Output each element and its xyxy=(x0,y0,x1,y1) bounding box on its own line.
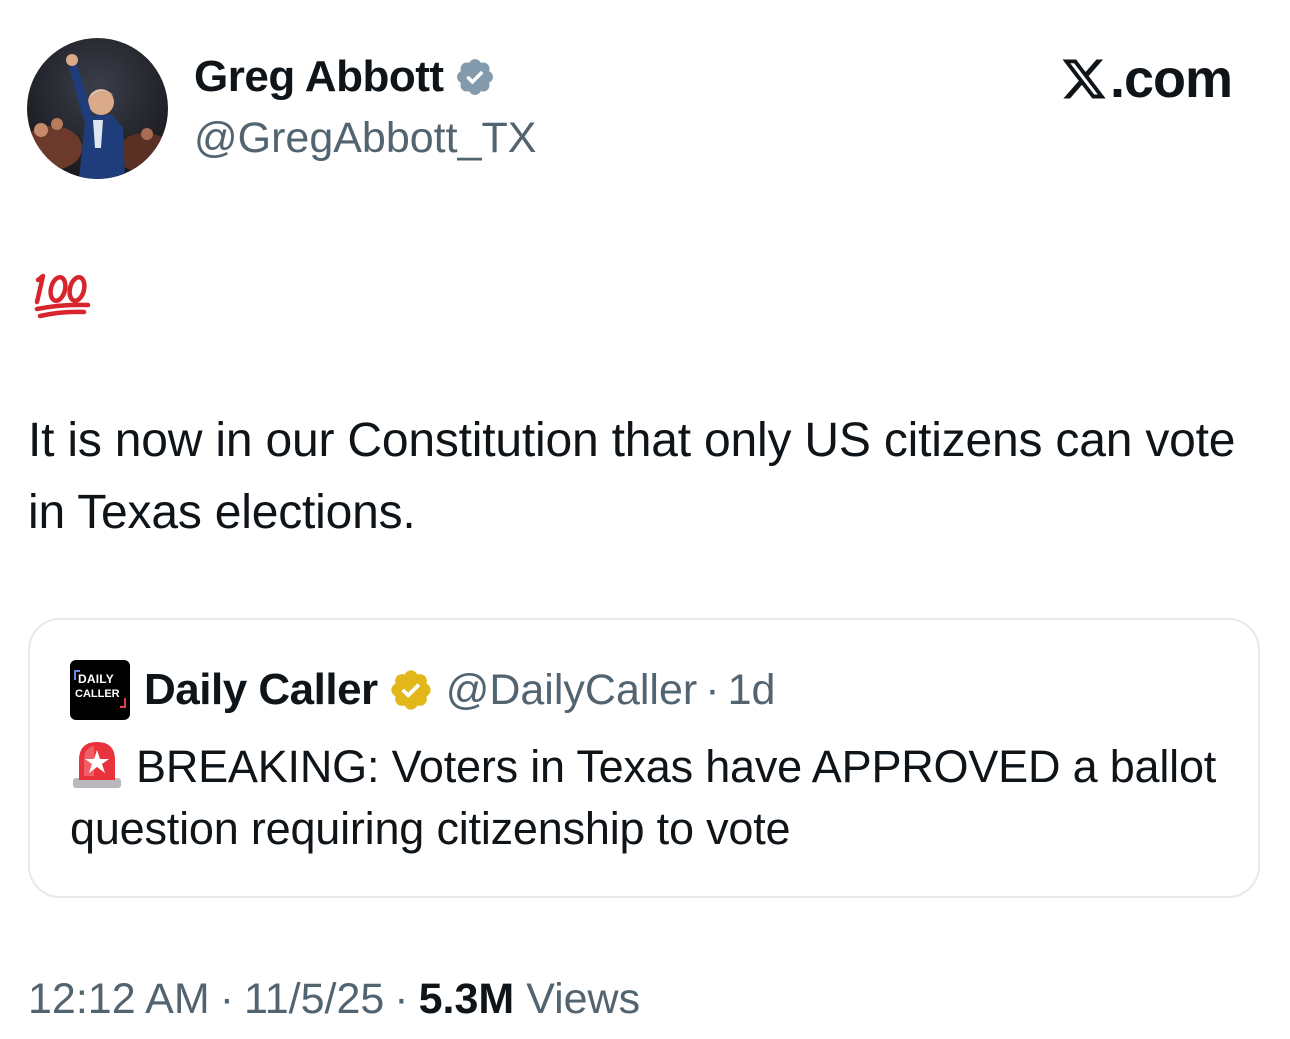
quoted-tweet-text-block: BREAKING: Voters in Texas have APPROVED … xyxy=(70,736,1230,860)
author-name-row[interactable]: Greg Abbott xyxy=(194,52,496,102)
site-logo: .com xyxy=(1060,48,1233,110)
views-label[interactable]: Views xyxy=(526,975,640,1023)
avatar-photo xyxy=(27,38,168,179)
gold-verified-badge-icon xyxy=(391,670,431,710)
daily-caller-logo[interactable]: DAILY CALLER xyxy=(70,660,130,720)
tweet-date[interactable]: 11/5/25 xyxy=(244,975,384,1023)
meta-separator-2: · xyxy=(394,975,409,1023)
author-avatar[interactable] xyxy=(27,38,168,179)
logo-line-1: DAILY xyxy=(78,672,114,686)
tweet-text: It is now in our Constitution that only … xyxy=(28,414,1236,539)
quoted-timestamp[interactable]: 1d xyxy=(728,666,776,715)
100-emoji-icon xyxy=(34,273,91,319)
x-logo-icon xyxy=(1062,59,1106,99)
tweet-time[interactable]: 12:12 AM xyxy=(28,975,210,1023)
author-handle[interactable]: @GregAbbott_TX xyxy=(194,114,536,163)
logo-corner-right xyxy=(120,698,126,708)
police-siren-emoji-icon xyxy=(73,742,121,788)
logo-line-2: CALLER xyxy=(75,688,120,700)
quoted-tweet-card[interactable]: DAILY CALLER Daily Caller @DailyCaller ·… xyxy=(28,618,1260,898)
quoted-handle[interactable]: @DailyCaller xyxy=(446,666,698,715)
verified-badge-icon xyxy=(456,59,493,95)
author-display-name[interactable]: Greg Abbott xyxy=(194,52,444,102)
quoted-tweet-text: BREAKING: Voters in Texas have APPROVED … xyxy=(70,741,1217,854)
tweet-meta: 12:12 AM · 11/5/25 · 5.3M Views xyxy=(28,975,640,1024)
meta-separator-1: · xyxy=(219,975,235,1023)
quoted-tweet-header: DAILY CALLER Daily Caller @DailyCaller ·… xyxy=(70,660,775,720)
quoted-display-name[interactable]: Daily Caller xyxy=(144,665,378,715)
site-logo-text: .com xyxy=(1109,49,1233,109)
quoted-separator: · xyxy=(705,665,720,714)
views-count[interactable]: 5.3M xyxy=(419,975,515,1023)
